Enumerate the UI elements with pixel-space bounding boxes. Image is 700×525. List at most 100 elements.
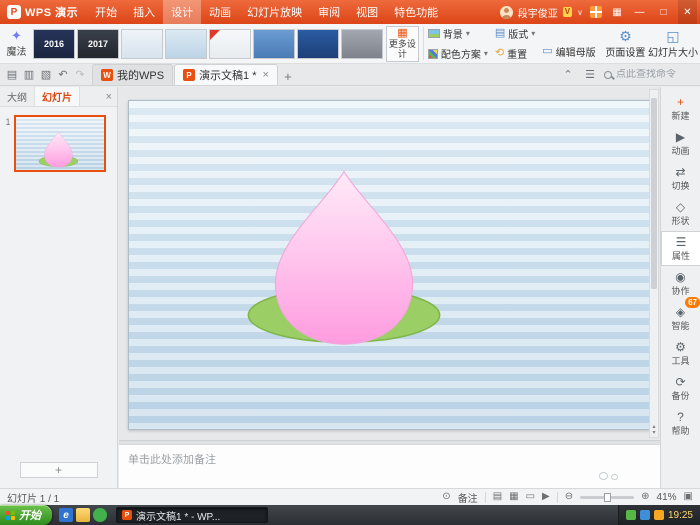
sidebar-item-properties[interactable]: ☰ 属性 xyxy=(661,231,700,266)
zoom-percent[interactable]: 41% xyxy=(657,492,677,503)
menu-tab-animation[interactable]: 动画 xyxy=(201,0,239,24)
color-scheme-button[interactable]: 配色方案 ▾ xyxy=(427,46,488,61)
template-thumbnail[interactable] xyxy=(165,28,208,59)
background-button[interactable]: 背景 ▾ xyxy=(427,26,488,41)
undo-icon[interactable]: ↶ xyxy=(55,68,71,81)
tab-presentation-1[interactable]: P 演示文稿1 * × xyxy=(174,64,278,85)
slide-size-icon: ◱ xyxy=(666,27,680,44)
menu-tab-review[interactable]: 审阅 xyxy=(310,0,348,24)
sidebar-item-tools[interactable]: ⚙ 工具 xyxy=(661,336,700,371)
template-thumbnail[interactable] xyxy=(121,28,164,59)
tab-close-icon[interactable]: × xyxy=(263,69,269,81)
slide-number: 1 xyxy=(5,117,11,127)
sidebar-item-new[interactable]: + 新建 xyxy=(661,91,700,126)
maximize-button[interactable]: □ xyxy=(654,0,673,24)
slides-tab[interactable]: 幻灯片 xyxy=(34,87,80,106)
record-icon[interactable]: ⊙ xyxy=(442,492,450,502)
template-thumbnail[interactable] xyxy=(209,28,252,59)
scrollbar-thumb[interactable] xyxy=(651,98,657,289)
background-color-group: 背景 ▾ 配色方案 ▾ xyxy=(427,26,488,61)
title-bar: P WPS 演示 开始 插入 设计 动画 幻灯片放映 审阅 视图 特色功能 段宇… xyxy=(0,0,700,24)
sidebar-item-smart[interactable]: 67 ◈ 智能 xyxy=(661,297,700,336)
sidebar-label: 备份 xyxy=(671,390,690,401)
transition-icon: ⇄ xyxy=(675,164,686,179)
wps-doc-icon: W xyxy=(101,69,113,81)
open-icon[interactable]: ▥ xyxy=(21,68,37,81)
slides-panel-header: 大纲 幻灯片 × xyxy=(0,87,117,107)
page-setup-button[interactable]: ⚙ 页面设置 xyxy=(603,25,648,63)
user-avatar[interactable] xyxy=(499,5,513,19)
zoom-slider-knob[interactable] xyxy=(604,492,612,502)
search-input[interactable] xyxy=(616,69,694,80)
edit-master-button[interactable]: ▭ 编辑母版 xyxy=(542,44,596,60)
menu-tab-view[interactable]: 视图 xyxy=(348,0,386,24)
notes-area[interactable]: 单击此处添加备注 xyxy=(119,444,660,488)
menu-tab-insert[interactable]: 插入 xyxy=(125,0,163,24)
menu-tab-home[interactable]: 开始 xyxy=(87,0,125,24)
tray-icon-network[interactable] xyxy=(639,510,650,520)
template-thumbnail[interactable]: 2017 xyxy=(77,28,120,59)
print-icon[interactable]: ▧ xyxy=(38,68,54,81)
panel-close-icon[interactable]: × xyxy=(101,91,117,103)
zoom-slider[interactable] xyxy=(580,492,635,502)
save-icon[interactable]: ▤ xyxy=(4,68,20,81)
vertical-scrollbar[interactable]: ▴ ▾ xyxy=(649,89,659,438)
slide-sorter-icon[interactable]: ▦ xyxy=(509,492,518,502)
slide-editing-surface[interactable] xyxy=(128,100,650,430)
sidebar-item-collaborate[interactable]: ◉ 协作 xyxy=(661,266,700,301)
apps-grid-icon[interactable]: ▦ xyxy=(609,5,625,19)
reading-view-icon[interactable]: ▭ xyxy=(526,492,535,502)
close-button[interactable]: ✕ xyxy=(678,0,697,24)
folder-icon[interactable] xyxy=(76,508,90,522)
layout-button[interactable]: ▤ 版式 ▾ xyxy=(495,26,535,42)
tab-my-wps[interactable]: W 我的WPS xyxy=(92,64,174,85)
user-name[interactable]: 段宇俊亚 xyxy=(518,5,558,20)
new-tab-button[interactable]: + xyxy=(279,67,297,85)
ie-icon[interactable]: e xyxy=(59,508,73,522)
sidebar-item-shapes[interactable]: ◇ 形状 xyxy=(661,196,700,231)
peach-graphic[interactable] xyxy=(219,157,469,365)
start-button[interactable]: 开始 xyxy=(0,505,52,525)
slideshow-icon[interactable]: ▶ xyxy=(542,492,550,502)
template-thumbnail[interactable] xyxy=(253,28,296,59)
magic-button[interactable]: ✦ 魔法 xyxy=(2,25,31,62)
edit-master-label: 编辑母版 xyxy=(555,48,596,59)
sidebar-item-animation[interactable]: ▶ 动画 xyxy=(661,126,700,161)
template-thumbnail[interactable] xyxy=(297,28,340,59)
status-separator xyxy=(484,491,486,503)
gift-icon[interactable] xyxy=(588,5,604,19)
collapse-ribbon-icon[interactable]: ⌃ xyxy=(560,68,576,81)
design-template-gallery: 2016 2017 xyxy=(33,28,384,59)
menu-tab-design[interactable]: 设计 xyxy=(163,0,202,24)
sidebar-item-transition[interactable]: ⇄ 切换 xyxy=(661,161,700,196)
tray-clock[interactable]: 19:25 xyxy=(668,510,693,521)
menu-tab-slideshow[interactable]: 幻灯片放映 xyxy=(239,0,310,24)
sidebar-item-backup[interactable]: ⟳ 备份 xyxy=(661,371,700,406)
grid-icon: ▦ xyxy=(397,27,408,40)
scroll-down-icon[interactable]: ▾ xyxy=(652,430,655,437)
sidebar-item-help[interactable]: ? 帮助 xyxy=(661,406,700,441)
messenger-icon[interactable] xyxy=(93,508,107,522)
fit-slide-icon[interactable]: ▣ xyxy=(684,492,693,502)
redo-icon[interactable]: ↷ xyxy=(72,68,88,81)
template-thumbnail[interactable] xyxy=(341,28,384,59)
tray-icon-antivirus[interactable] xyxy=(625,510,636,520)
reset-button[interactable]: ⟲ 重置 xyxy=(495,46,535,62)
scroll-up-icon[interactable]: ▴ xyxy=(652,424,655,431)
zoom-in-icon[interactable]: ⊕ xyxy=(641,492,649,502)
notes-toggle[interactable]: 备注 xyxy=(458,490,478,505)
outline-tab[interactable]: 大纲 xyxy=(0,87,34,106)
user-dropdown-icon[interactable]: ∨ xyxy=(577,8,583,17)
slide-1-thumbnail[interactable] xyxy=(14,115,106,172)
taskbar-task-button[interactable]: P 演示文稿1 * - WP... xyxy=(116,507,268,523)
window-menu-icon[interactable]: ☰ xyxy=(582,68,598,81)
minimize-button[interactable]: — xyxy=(630,0,649,24)
template-thumbnail[interactable]: 2016 xyxy=(33,28,76,59)
more-designs-button[interactable]: ▦ 更多设计 xyxy=(386,25,419,62)
add-slide-button[interactable]: + xyxy=(19,462,98,478)
normal-view-icon[interactable]: ▤ xyxy=(493,492,502,502)
tray-icon-update[interactable] xyxy=(653,510,664,520)
slide-size-button[interactable]: ◱ 幻灯片大小 xyxy=(648,25,698,63)
menu-tab-features[interactable]: 特色功能 xyxy=(386,0,446,24)
zoom-out-icon[interactable]: ⊖ xyxy=(565,492,573,502)
